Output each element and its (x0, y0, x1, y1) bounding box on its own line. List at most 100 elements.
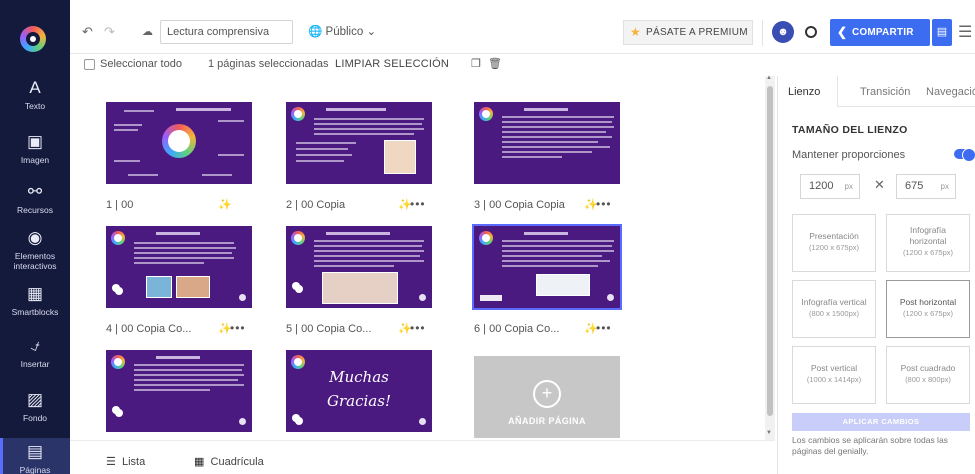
cloud-icon: ☁ (142, 26, 153, 38)
format-post-horizontal[interactable]: Post horizontal (1200 x 675px) (886, 280, 970, 338)
more-options-icon[interactable]: ••• (596, 197, 612, 211)
keep-proportions-toggle[interactable] (954, 148, 975, 162)
more-options-icon[interactable]: ••• (596, 321, 612, 335)
share-label: COMPARTIR (852, 27, 914, 38)
format-post-vertical[interactable]: Post vertical (1000 x 1414px) (792, 346, 876, 404)
grid-view-button[interactable]: ▦ Cuadrícula (194, 455, 264, 468)
more-options-icon[interactable]: ••• (410, 321, 426, 335)
interactive-icon: ◉ (27, 228, 43, 247)
sidebar-item-label: Elementos interactivos (13, 251, 57, 271)
slide-thumbnail-6-selected[interactable] (472, 224, 622, 310)
slide-caption: 3 | 00 Copia Copia (474, 199, 565, 211)
properties-panel: Lienzo Transición Navegación TAMAÑO DEL … (777, 76, 975, 474)
sidebar-item-paginas[interactable]: ▤ Páginas (0, 438, 70, 474)
slide-thumbnail-5[interactable] (286, 226, 432, 308)
star-icon: ★ (630, 25, 642, 39)
apply-note: Los cambios se aplicarán sobre todas las… (792, 435, 948, 456)
resources-icon: ⚯ (27, 182, 43, 201)
list-view-button[interactable]: ☰ Lista (106, 455, 145, 468)
left-sidebar: A Texto ▣ Imagen ⚯ Recursos ◉ Elementos … (0, 0, 70, 474)
sidebar-item-elementos-interactivos[interactable]: ◉ Elementos interactivos (0, 228, 70, 272)
image-icon: ▣ (26, 132, 44, 151)
slide-image (536, 274, 590, 296)
slide-caption: 2 | 00 Copia (286, 199, 346, 211)
pages-icon: ▤ (26, 442, 44, 461)
select-all-checkbox[interactable] (84, 59, 95, 70)
premium-button[interactable]: ★ PÁSATE A PREMIUM (623, 20, 753, 45)
project-title-input[interactable]: Lectura comprensiva (160, 20, 293, 44)
globe-icon: 🌐 (308, 26, 323, 38)
slide-caption: 4 | 00 Copia Co... (106, 323, 192, 335)
sidebar-item-insertar[interactable]: ⍻ Insertar (0, 336, 70, 372)
add-page-button[interactable]: + AÑADIR PÁGINA (474, 356, 620, 438)
list-label: Lista (122, 456, 146, 468)
apply-changes-button[interactable]: APLICAR CAMBIOS (792, 413, 970, 431)
chevron-down-icon: ⌄ (366, 26, 377, 38)
format-presentacion[interactable]: Presentación (1200 x 675px) (792, 214, 876, 272)
add-page-label: AÑADIR PÁGINA (508, 416, 586, 426)
selection-bar: Seleccionar todo 1 páginas seleccionadas… (70, 54, 775, 76)
list-icon: ☰ (106, 456, 116, 468)
format-infografia-vertical[interactable]: Infografía vertical (800 x 1500px) (792, 280, 876, 338)
share-button[interactable]: ❮ COMPARTIR (830, 19, 930, 46)
canvas-size-title: TAMAÑO DEL LIENZO (792, 124, 908, 136)
trash-icon[interactable]: 🗑 (488, 57, 502, 70)
clear-selection-button[interactable]: LIMPIAR SELECCIÓN (335, 58, 449, 70)
sidebar-item-fondo[interactable]: ▨ Fondo (0, 390, 70, 426)
scroll-up-icon[interactable]: ▲ (766, 75, 772, 81)
slide-caption: 1 | 00 (106, 199, 134, 211)
sidebar-item-recursos[interactable]: ⚯ Recursos (0, 182, 70, 218)
status-ring-icon[interactable] (805, 26, 817, 38)
undo-icon[interactable]: ↶ (82, 24, 93, 40)
slide-text: Muchas (329, 368, 389, 386)
user-avatar[interactable]: ☻ (772, 21, 794, 43)
slide-image (384, 140, 416, 174)
tab-navegacion[interactable]: Navegación (926, 86, 975, 98)
sidebar-item-label: Páginas (19, 465, 51, 474)
sidebar-item-smartblocks[interactable]: ▦ Smartblocks (0, 284, 70, 320)
more-options-icon[interactable]: ••• (410, 197, 426, 211)
tab-transicion[interactable]: Transición (860, 86, 910, 98)
slide-thumbnail-4[interactable] (106, 226, 252, 308)
slide-caption: 6 | 00 Copia Co... (474, 323, 560, 335)
redo-icon[interactable]: ↷ (104, 24, 115, 40)
scroll-down-icon[interactable]: ▼ (766, 430, 772, 436)
slide-image (146, 276, 172, 298)
slide-thumbnail-8[interactable]: Muchas Gracias! (286, 350, 432, 432)
scrollbar-thumb[interactable] (767, 86, 773, 416)
more-options-icon[interactable]: ••• (230, 321, 246, 335)
slide-thumbnail-2[interactable] (286, 102, 432, 184)
insert-icon: ⍻ (30, 336, 40, 355)
sidebar-item-label: Recursos (17, 205, 53, 215)
sidebar-item-imagen[interactable]: ▣ Imagen (0, 132, 70, 168)
sidebar-item-label: Imagen (20, 155, 50, 165)
sidebar-item-label: Insertar (20, 359, 50, 369)
tab-lienzo[interactable]: Lienzo (788, 86, 820, 98)
select-all-label[interactable]: Seleccionar todo (100, 58, 182, 70)
slide-text: Gracias! (327, 392, 391, 410)
duplicate-icon[interactable]: ❐ (471, 57, 481, 70)
premium-label: PÁSATE A PREMIUM (646, 27, 748, 38)
format-infografia-horizontal[interactable]: Infografía horizontal (1200 x 675px) (886, 214, 970, 272)
divider (762, 20, 763, 46)
times-icon: ✕ (874, 177, 885, 192)
genially-logo-icon[interactable] (20, 26, 46, 52)
slide-caption: 5 | 00 Copia Co... (286, 323, 372, 335)
grid-label: Cuadrícula (210, 456, 264, 468)
present-icon[interactable]: ▤ (932, 19, 952, 46)
top-toolbar: ↶ ↷ ☁ Lectura comprensiva 🌐 Público ⌄ ★ … (70, 12, 975, 54)
slide-thumbnail-7[interactable] (106, 350, 252, 432)
pages-grid: 1 | 00 ✨ 2 | 00 Copia ✨ ••• 3 | 00 Copia… (70, 76, 762, 440)
format-post-cuadrado[interactable]: Post cuadrado (800 x 800px) (886, 346, 970, 404)
slide-image (322, 272, 398, 304)
visibility-dropdown[interactable]: 🌐 Público ⌄ (308, 24, 376, 38)
height-input[interactable]: 675 px (896, 174, 956, 199)
magic-wand-icon[interactable]: ✨ (218, 198, 232, 211)
sidebar-item-texto[interactable]: A Texto (0, 78, 70, 114)
view-toggle-bar: ☰ Lista ▦ Cuadrícula (70, 440, 775, 474)
slide-thumbnail-3[interactable] (474, 102, 620, 184)
hamburger-menu-icon[interactable]: ☰ (958, 22, 972, 42)
share-icon: ❮ (837, 25, 848, 39)
width-input[interactable]: 1200 px (800, 174, 860, 199)
slide-thumbnail-1[interactable] (106, 102, 252, 184)
